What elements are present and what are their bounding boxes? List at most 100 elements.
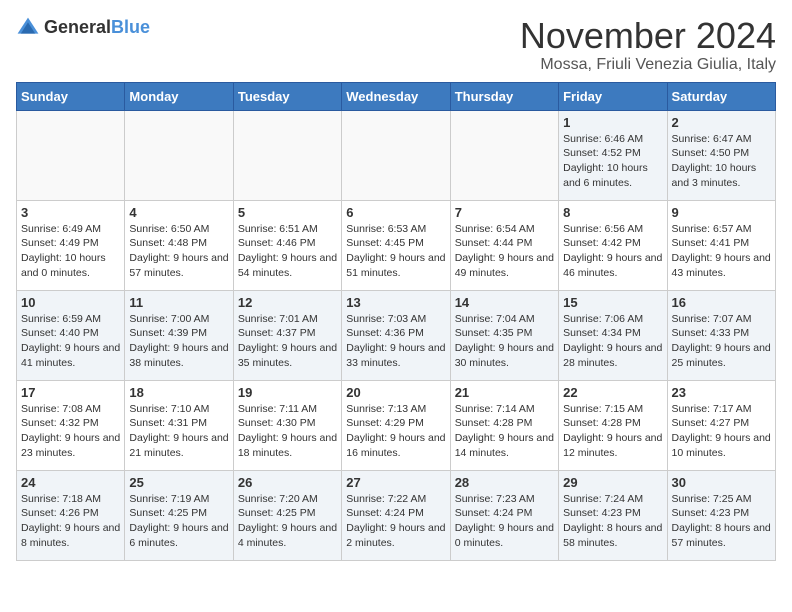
title-area: November 2024 Mossa, Friuli Venezia Giul…	[520, 16, 776, 74]
day-info: Sunrise: 6:46 AM Sunset: 4:52 PM Dayligh…	[563, 132, 662, 191]
day-info: Sunrise: 7:00 AM Sunset: 4:39 PM Dayligh…	[129, 312, 228, 371]
day-number: 1	[563, 115, 662, 130]
day-number: 23	[672, 385, 771, 400]
calendar-cell: 10Sunrise: 6:59 AM Sunset: 4:40 PM Dayli…	[17, 290, 125, 380]
day-number: 18	[129, 385, 228, 400]
day-number: 14	[455, 295, 554, 310]
weekday-header-tuesday: Tuesday	[233, 82, 341, 110]
calendar-cell: 1 Sunrise: 6:46 AM Sunset: 4:52 PM Daylig…	[559, 110, 667, 200]
day-number: 13	[346, 295, 445, 310]
day-info: Sunrise: 7:22 AM Sunset: 4:24 PM Dayligh…	[346, 492, 445, 551]
day-number: 8	[563, 205, 662, 220]
day-info: Sunrise: 6:57 AM Sunset: 4:41 PM Dayligh…	[672, 222, 771, 281]
day-number: 24	[21, 475, 120, 490]
calendar-cell: 25 Sunrise: 7:19 AM Sunset: 4:25 PM Dayli…	[125, 470, 233, 560]
day-number: 12	[238, 295, 337, 310]
weekday-header-sunday: Sunday	[17, 82, 125, 110]
day-number: 6	[346, 205, 445, 220]
calendar-cell: 6Sunrise: 6:53 AM Sunset: 4:45 PM Daylig…	[342, 200, 450, 290]
day-number: 28	[455, 475, 554, 490]
day-number: 26	[238, 475, 337, 490]
day-info: Sunrise: 7:19 AM Sunset: 4:25 PM Dayligh…	[129, 492, 228, 551]
day-number: 17	[21, 385, 120, 400]
day-info: Sunrise: 7:01 AM Sunset: 4:37 PM Dayligh…	[238, 312, 337, 371]
day-info: Sunrise: 7:23 AM Sunset: 4:24 PM Dayligh…	[455, 492, 554, 551]
day-number: 5	[238, 205, 337, 220]
calendar-cell	[342, 110, 450, 200]
calendar-cell: 7 Sunrise: 6:54 AM Sunset: 4:44 PM Daylig…	[450, 200, 558, 290]
day-number: 4	[129, 205, 228, 220]
weekday-header-wednesday: Wednesday	[342, 82, 450, 110]
calendar-cell	[125, 110, 233, 200]
logo-icon	[16, 16, 40, 40]
page-header: GeneralBlue November 2024 Mossa, Friuli …	[16, 16, 776, 74]
calendar-cell: 22 Sunrise: 7:15 AM Sunset: 4:28 PM Dayli…	[559, 380, 667, 470]
calendar-cell: 13Sunrise: 7:03 AM Sunset: 4:36 PM Dayli…	[342, 290, 450, 380]
day-number: 21	[455, 385, 554, 400]
day-number: 9	[672, 205, 771, 220]
calendar-cell: 21Sunrise: 7:14 AM Sunset: 4:28 PM Dayli…	[450, 380, 558, 470]
calendar-cell: 15 Sunrise: 7:06 AM Sunset: 4:34 PM Dayli…	[559, 290, 667, 380]
calendar-cell: 2Sunrise: 6:47 AM Sunset: 4:50 PM Daylig…	[667, 110, 775, 200]
calendar-cell: 29Sunrise: 7:24 AM Sunset: 4:23 PM Dayli…	[559, 470, 667, 560]
logo-text-general: General	[44, 17, 111, 37]
calendar-cell: 27 Sunrise: 7:22 AM Sunset: 4:24 PM Dayli…	[342, 470, 450, 560]
calendar-cell: 14 Sunrise: 7:04 AM Sunset: 4:35 PM Dayli…	[450, 290, 558, 380]
calendar-cell: 3 Sunrise: 6:49 AM Sunset: 4:49 PM Daylig…	[17, 200, 125, 290]
calendar-cell: 17Sunrise: 7:08 AM Sunset: 4:32 PM Dayli…	[17, 380, 125, 470]
page-subtitle: Mossa, Friuli Venezia Giulia, Italy	[520, 56, 776, 74]
calendar-cell: 16 Sunrise: 7:07 AM Sunset: 4:33 PM Dayli…	[667, 290, 775, 380]
day-number: 7	[455, 205, 554, 220]
weekday-header-thursday: Thursday	[450, 82, 558, 110]
day-info: Sunrise: 7:25 AM Sunset: 4:23 PM Dayligh…	[672, 492, 771, 551]
calendar-cell	[17, 110, 125, 200]
calendar-cell: 5 Sunrise: 6:51 AM Sunset: 4:46 PM Daylig…	[233, 200, 341, 290]
day-info: Sunrise: 7:18 AM Sunset: 4:26 PM Dayligh…	[21, 492, 120, 551]
day-info: Sunrise: 7:04 AM Sunset: 4:35 PM Dayligh…	[455, 312, 554, 371]
weekday-header-monday: Monday	[125, 82, 233, 110]
day-info: Sunrise: 6:54 AM Sunset: 4:44 PM Dayligh…	[455, 222, 554, 281]
calendar-cell: 24 Sunrise: 7:18 AM Sunset: 4:26 PM Dayli…	[17, 470, 125, 560]
day-info: Sunrise: 6:47 AM Sunset: 4:50 PM Dayligh…	[672, 132, 771, 191]
calendar-cell: 9 Sunrise: 6:57 AM Sunset: 4:41 PM Daylig…	[667, 200, 775, 290]
day-number: 25	[129, 475, 228, 490]
calendar-cell	[450, 110, 558, 200]
calendar-cell: 12 Sunrise: 7:01 AM Sunset: 4:37 PM Dayli…	[233, 290, 341, 380]
day-info: Sunrise: 6:56 AM Sunset: 4:42 PM Dayligh…	[563, 222, 662, 281]
calendar-cell: 26 Sunrise: 7:20 AM Sunset: 4:25 PM Dayli…	[233, 470, 341, 560]
weekday-header-saturday: Saturday	[667, 82, 775, 110]
calendar-cell: 23 Sunrise: 7:17 AM Sunset: 4:27 PM Dayli…	[667, 380, 775, 470]
day-info: Sunrise: 7:11 AM Sunset: 4:30 PM Dayligh…	[238, 402, 337, 461]
calendar-cell	[233, 110, 341, 200]
day-info: Sunrise: 6:50 AM Sunset: 4:48 PM Dayligh…	[129, 222, 228, 281]
day-info: Sunrise: 7:20 AM Sunset: 4:25 PM Dayligh…	[238, 492, 337, 551]
calendar-cell: 18 Sunrise: 7:10 AM Sunset: 4:31 PM Dayli…	[125, 380, 233, 470]
day-info: Sunrise: 6:51 AM Sunset: 4:46 PM Dayligh…	[238, 222, 337, 281]
day-info: Sunrise: 7:07 AM Sunset: 4:33 PM Dayligh…	[672, 312, 771, 371]
calendar-table: SundayMondayTuesdayWednesdayThursdayFrid…	[16, 82, 776, 561]
day-number: 3	[21, 205, 120, 220]
day-info: Sunrise: 7:15 AM Sunset: 4:28 PM Dayligh…	[563, 402, 662, 461]
day-info: Sunrise: 6:49 AM Sunset: 4:49 PM Dayligh…	[21, 222, 120, 281]
day-number: 27	[346, 475, 445, 490]
day-info: Sunrise: 7:06 AM Sunset: 4:34 PM Dayligh…	[563, 312, 662, 371]
day-info: Sunrise: 7:13 AM Sunset: 4:29 PM Dayligh…	[346, 402, 445, 461]
day-number: 20	[346, 385, 445, 400]
day-info: Sunrise: 7:17 AM Sunset: 4:27 PM Dayligh…	[672, 402, 771, 461]
day-number: 29	[563, 475, 662, 490]
day-number: 22	[563, 385, 662, 400]
calendar-cell: 28 Sunrise: 7:23 AM Sunset: 4:24 PM Dayli…	[450, 470, 558, 560]
day-info: Sunrise: 7:10 AM Sunset: 4:31 PM Dayligh…	[129, 402, 228, 461]
calendar-cell: 19Sunrise: 7:11 AM Sunset: 4:30 PM Dayli…	[233, 380, 341, 470]
logo-text-blue: Blue	[111, 17, 150, 37]
day-number: 16	[672, 295, 771, 310]
calendar-cell: 30Sunrise: 7:25 AM Sunset: 4:23 PM Dayli…	[667, 470, 775, 560]
day-number: 15	[563, 295, 662, 310]
day-info: Sunrise: 6:59 AM Sunset: 4:40 PM Dayligh…	[21, 312, 120, 371]
logo: GeneralBlue	[16, 16, 150, 40]
calendar-cell: 20 Sunrise: 7:13 AM Sunset: 4:29 PM Dayli…	[342, 380, 450, 470]
calendar-cell: 4 Sunrise: 6:50 AM Sunset: 4:48 PM Daylig…	[125, 200, 233, 290]
calendar-cell: 11Sunrise: 7:00 AM Sunset: 4:39 PM Dayli…	[125, 290, 233, 380]
calendar-cell: 8 Sunrise: 6:56 AM Sunset: 4:42 PM Daylig…	[559, 200, 667, 290]
page-title: November 2024	[520, 16, 776, 56]
